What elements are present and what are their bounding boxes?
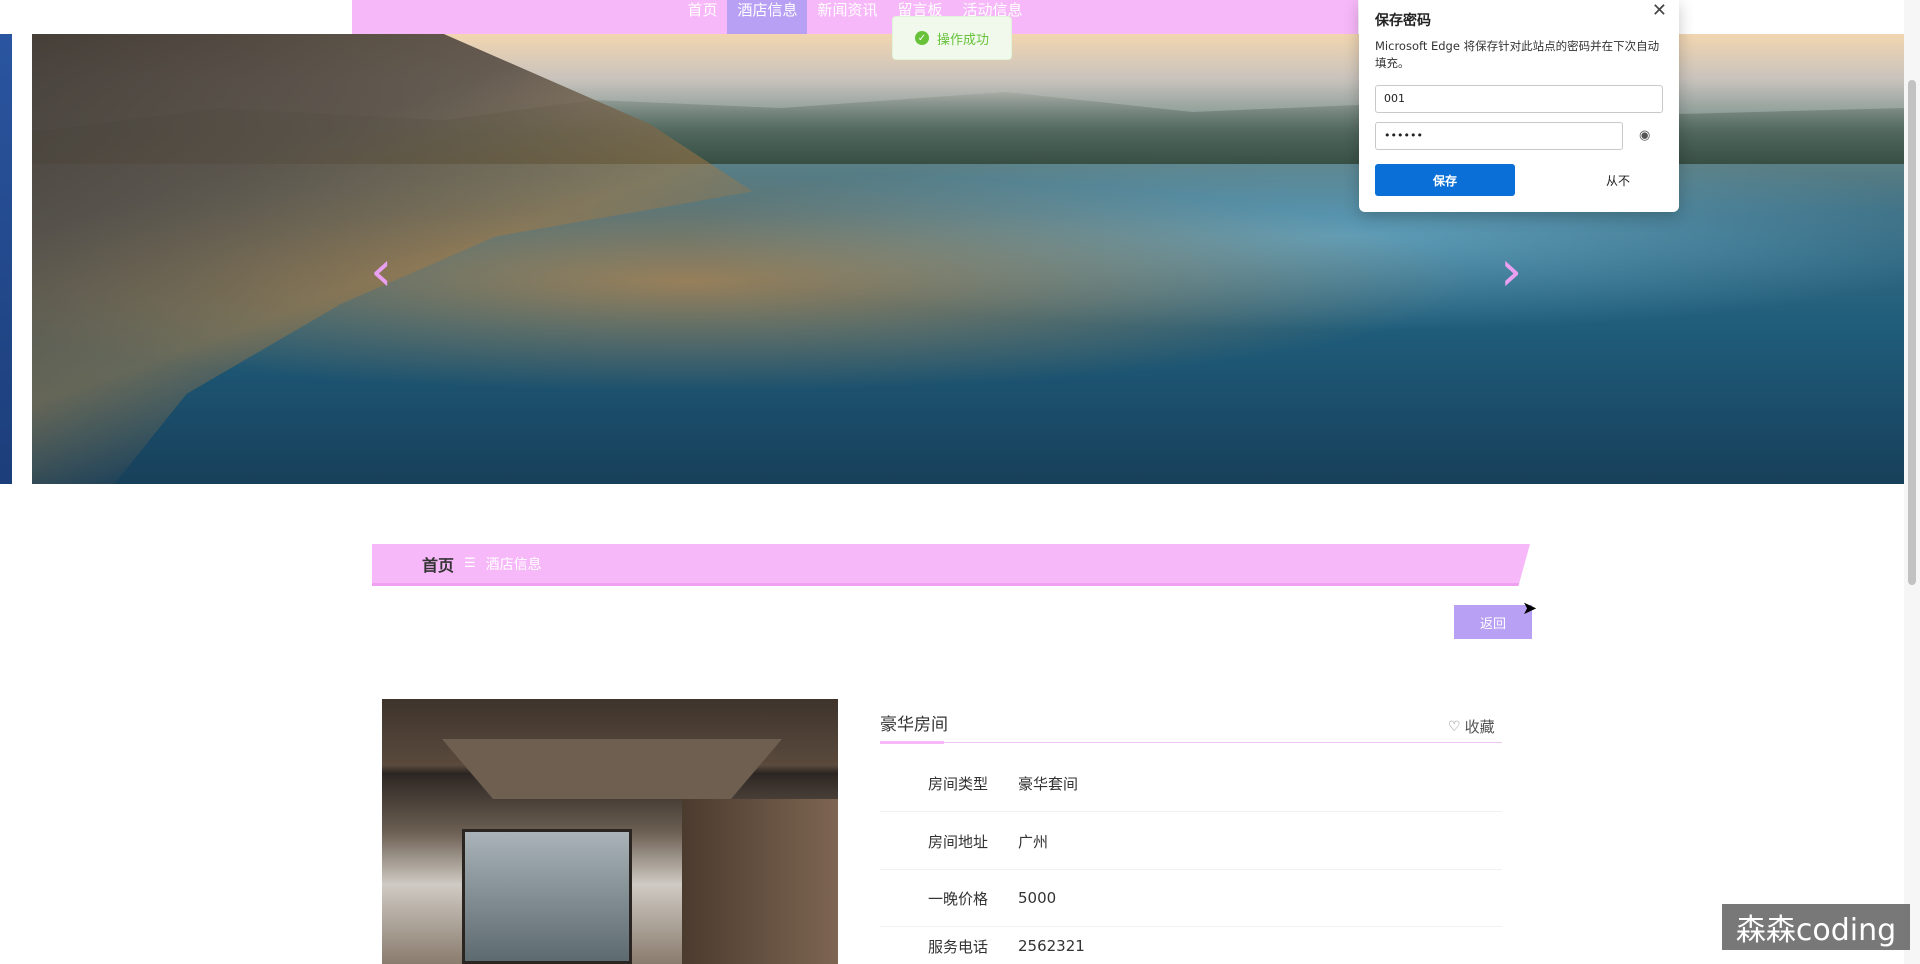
page: ‹ › 首页 酒店信息 新闻资讯 留言板 活动信息 ✓ 操作成功 保存密码 ✕ … — [0, 0, 1920, 964]
chevron-left-icon[interactable]: ‹ — [370, 244, 392, 300]
detail-key: 房间类型 — [928, 774, 989, 793]
eye-icon[interactable]: ◉ — [1639, 128, 1650, 143]
chevron-right-icon[interactable]: › — [1500, 244, 1522, 300]
room-title: 豪华房间 — [880, 715, 948, 735]
top-nav: 首页 酒店信息 新闻资讯 留言板 活动信息 — [352, 0, 1358, 34]
detail-value: 广州 — [1018, 832, 1049, 851]
breadcrumb-home[interactable]: 首页 — [422, 552, 454, 576]
detail-row-phone: 服务电话 2562321 — [880, 928, 1502, 964]
detail-key: 一晚价格 — [928, 889, 989, 908]
room-image — [382, 699, 838, 964]
title-divider — [880, 742, 1502, 743]
mouse-cursor-icon: ➤ — [1522, 598, 1538, 619]
left-banner-strip — [0, 34, 12, 484]
save-password-button[interactable]: 保存 — [1375, 164, 1515, 196]
page-scrollbar[interactable] — [1904, 0, 1920, 964]
breadcrumb-current: 酒店信息 — [485, 556, 542, 573]
breadcrumb: 首页 ☰ 酒店信息 — [372, 544, 1530, 586]
popup-description: Microsoft Edge 将保存针对此站点的密码并在下次自动填充。 — [1375, 39, 1660, 70]
watermark: 森森coding — [1722, 904, 1910, 950]
back-button[interactable]: 返回 — [1454, 605, 1532, 639]
favorite-button[interactable]: ♡ 收藏 — [1448, 716, 1495, 737]
detail-value: 2562321 — [1018, 937, 1085, 955]
close-icon[interactable]: ✕ — [1652, 0, 1667, 21]
scrollbar-thumb[interactable] — [1908, 80, 1916, 585]
room-image-window — [462, 829, 632, 964]
title-underline-accent — [880, 741, 944, 744]
username-field[interactable]: 001 — [1375, 85, 1663, 113]
password-field[interactable]: •••••• — [1375, 122, 1623, 150]
room-image-ceiling — [442, 739, 782, 799]
never-button[interactable]: 从不 — [1573, 164, 1663, 196]
success-toast: ✓ 操作成功 — [892, 16, 1012, 60]
nav-item-hotel-info[interactable]: 酒店信息 — [727, 0, 808, 34]
detail-value: 5000 — [1018, 889, 1057, 907]
detail-row-room-type: 房间类型 豪华套间 — [880, 755, 1502, 812]
toast-message: 操作成功 — [936, 32, 989, 48]
breadcrumb-separator-icon: ☰ — [464, 556, 476, 571]
detail-key: 服务电话 — [928, 937, 989, 956]
nav-item-home[interactable]: 首页 — [677, 0, 727, 34]
detail-value: 豪华套间 — [1018, 774, 1079, 793]
detail-row-room-address: 房间地址 广州 — [880, 813, 1502, 870]
save-password-popup: 保存密码 ✕ Microsoft Edge 将保存针对此站点的密码并在下次自动填… — [1359, 0, 1679, 212]
detail-row-price: 一晚价格 5000 — [880, 870, 1502, 927]
check-circle-icon: ✓ — [914, 31, 929, 45]
detail-key: 房间地址 — [928, 832, 989, 851]
heart-icon: ♡ — [1448, 718, 1461, 735]
popup-title: 保存密码 — [1375, 13, 1431, 29]
room-image-wall — [682, 799, 838, 964]
nav-item-news[interactable]: 新闻资讯 — [807, 0, 887, 34]
favorite-label: 收藏 — [1464, 718, 1495, 736]
